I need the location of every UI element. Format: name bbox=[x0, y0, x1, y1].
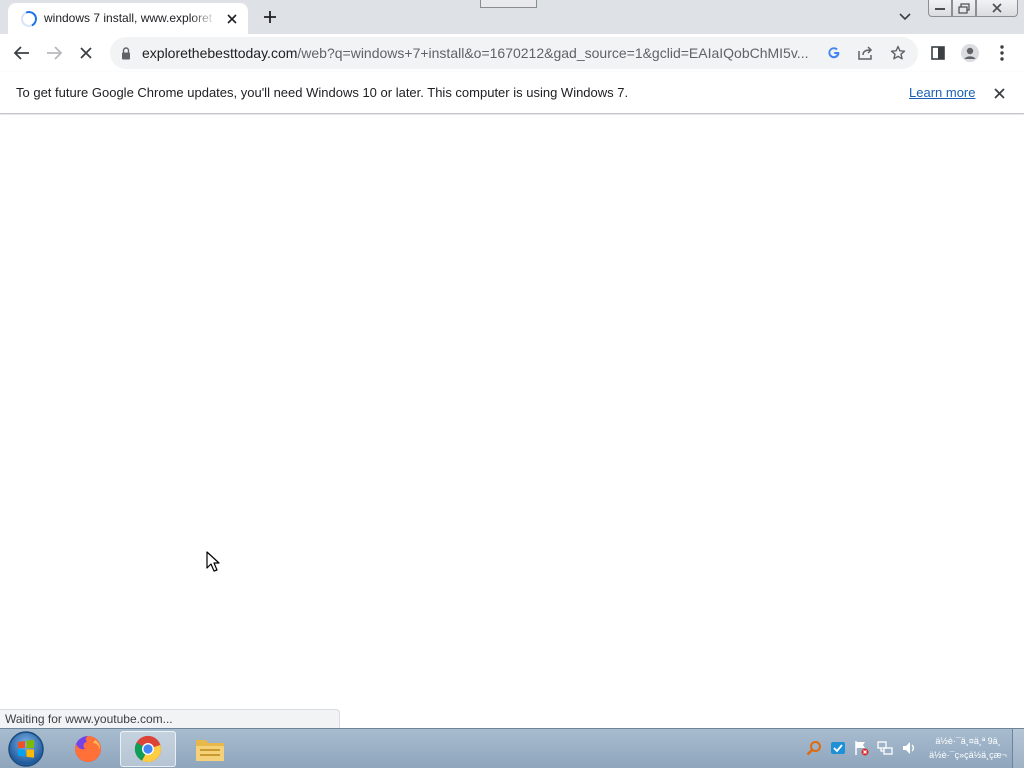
bookmark-star-icon[interactable] bbox=[886, 41, 910, 65]
infobar-message: To get future Google Chrome updates, you… bbox=[16, 85, 629, 100]
back-button[interactable] bbox=[8, 39, 36, 67]
tab-active[interactable]: windows 7 install, www.exploret bbox=[8, 3, 248, 34]
share-icon[interactable] bbox=[854, 41, 878, 65]
update-infobar: To get future Google Chrome updates, you… bbox=[0, 72, 1024, 114]
google-lens-icon[interactable] bbox=[822, 41, 846, 65]
taskbar-chrome[interactable] bbox=[120, 731, 176, 767]
arrow-left-icon bbox=[14, 46, 29, 60]
chrome-icon bbox=[134, 735, 161, 763]
arrow-right-icon bbox=[47, 46, 62, 60]
status-bubble: Waiting for www.youtube.com... bbox=[0, 709, 340, 728]
page-content[interactable] bbox=[0, 115, 1024, 728]
plus-icon bbox=[264, 11, 276, 23]
windows-logo-icon bbox=[8, 731, 44, 767]
firefox-icon bbox=[75, 736, 101, 762]
new-tab-button[interactable] bbox=[257, 5, 283, 29]
mouse-cursor-icon bbox=[206, 551, 220, 572]
infobar-close-button[interactable] bbox=[988, 82, 1010, 104]
more-vertical-icon bbox=[1000, 45, 1004, 61]
folder-icon bbox=[196, 740, 224, 761]
address-bar[interactable]: explorethebesttoday.com/web?q=windows+7+… bbox=[110, 37, 918, 69]
profile-button[interactable] bbox=[956, 39, 984, 67]
tray-network-icon[interactable] bbox=[876, 739, 894, 757]
lock-icon[interactable] bbox=[119, 45, 133, 61]
learn-more-link[interactable]: Learn more bbox=[909, 85, 975, 100]
menu-button[interactable] bbox=[988, 39, 1016, 67]
taskbar-file-explorer[interactable] bbox=[182, 731, 238, 767]
clock-line-2: ä½è·¯ç»­çä½ä¸çæ¬ bbox=[929, 750, 1007, 760]
restore-button[interactable] bbox=[952, 0, 976, 17]
chevron-down-icon bbox=[899, 13, 911, 21]
show-desktop-button[interactable] bbox=[1012, 729, 1024, 768]
stop-loading-button[interactable] bbox=[72, 39, 100, 67]
close-icon bbox=[993, 87, 1005, 99]
minimize-icon bbox=[935, 8, 945, 10]
tray-shield-icon[interactable] bbox=[829, 739, 847, 757]
clock-line-1: ä½è·¯ä¸¤ä¸ª 9ä¸ bbox=[935, 736, 1001, 746]
window-close-button[interactable] bbox=[976, 0, 1018, 17]
restore-icon bbox=[958, 2, 970, 14]
screen: windows 7 install, www.exploret exploret… bbox=[0, 0, 1024, 768]
browser-toolbar: explorethebesttoday.com/web?q=windows+7+… bbox=[0, 34, 1024, 72]
status-text: Waiting for www.youtube.com... bbox=[5, 712, 173, 726]
tab-title: windows 7 install, www.exploret bbox=[44, 11, 213, 25]
close-icon bbox=[227, 14, 237, 24]
minimize-button[interactable] bbox=[928, 0, 952, 17]
close-icon bbox=[80, 47, 92, 59]
taskbar: ä½è·¯ä¸¤ä¸ª 9ä¸ ä½è·¯ç»­çä½ä¸çæ¬ bbox=[0, 728, 1024, 768]
forward-button[interactable] bbox=[40, 39, 68, 67]
avatar-icon bbox=[961, 44, 979, 62]
url-text[interactable]: explorethebesttoday.com/web?q=windows+7+… bbox=[142, 45, 818, 61]
tab-strip: windows 7 install, www.exploret bbox=[0, 0, 1024, 34]
tray-action-center-icon[interactable] bbox=[852, 739, 870, 757]
loading-spinner-icon bbox=[18, 8, 40, 30]
tray-search-icon[interactable] bbox=[805, 739, 823, 757]
url-host: explorethebesttoday.com bbox=[142, 45, 298, 61]
tab-close-button[interactable] bbox=[222, 9, 242, 29]
side-panel-icon bbox=[931, 46, 945, 60]
start-button[interactable] bbox=[7, 730, 45, 768]
close-icon bbox=[992, 3, 1002, 13]
taskbar-clock[interactable]: ä½è·¯ä¸¤ä¸ª 9ä¸ ä½è·¯ç»­çä½ä¸çæ¬ bbox=[928, 734, 1008, 764]
url-path: /web?q=windows+7+install&o=1670212&gad_s… bbox=[297, 45, 809, 61]
tray-volume-icon[interactable] bbox=[900, 739, 918, 757]
side-panel-button[interactable] bbox=[924, 39, 952, 67]
tab-search-button[interactable] bbox=[893, 6, 917, 28]
window-drag-handle[interactable] bbox=[480, 0, 537, 8]
taskbar-firefox[interactable] bbox=[60, 731, 116, 767]
